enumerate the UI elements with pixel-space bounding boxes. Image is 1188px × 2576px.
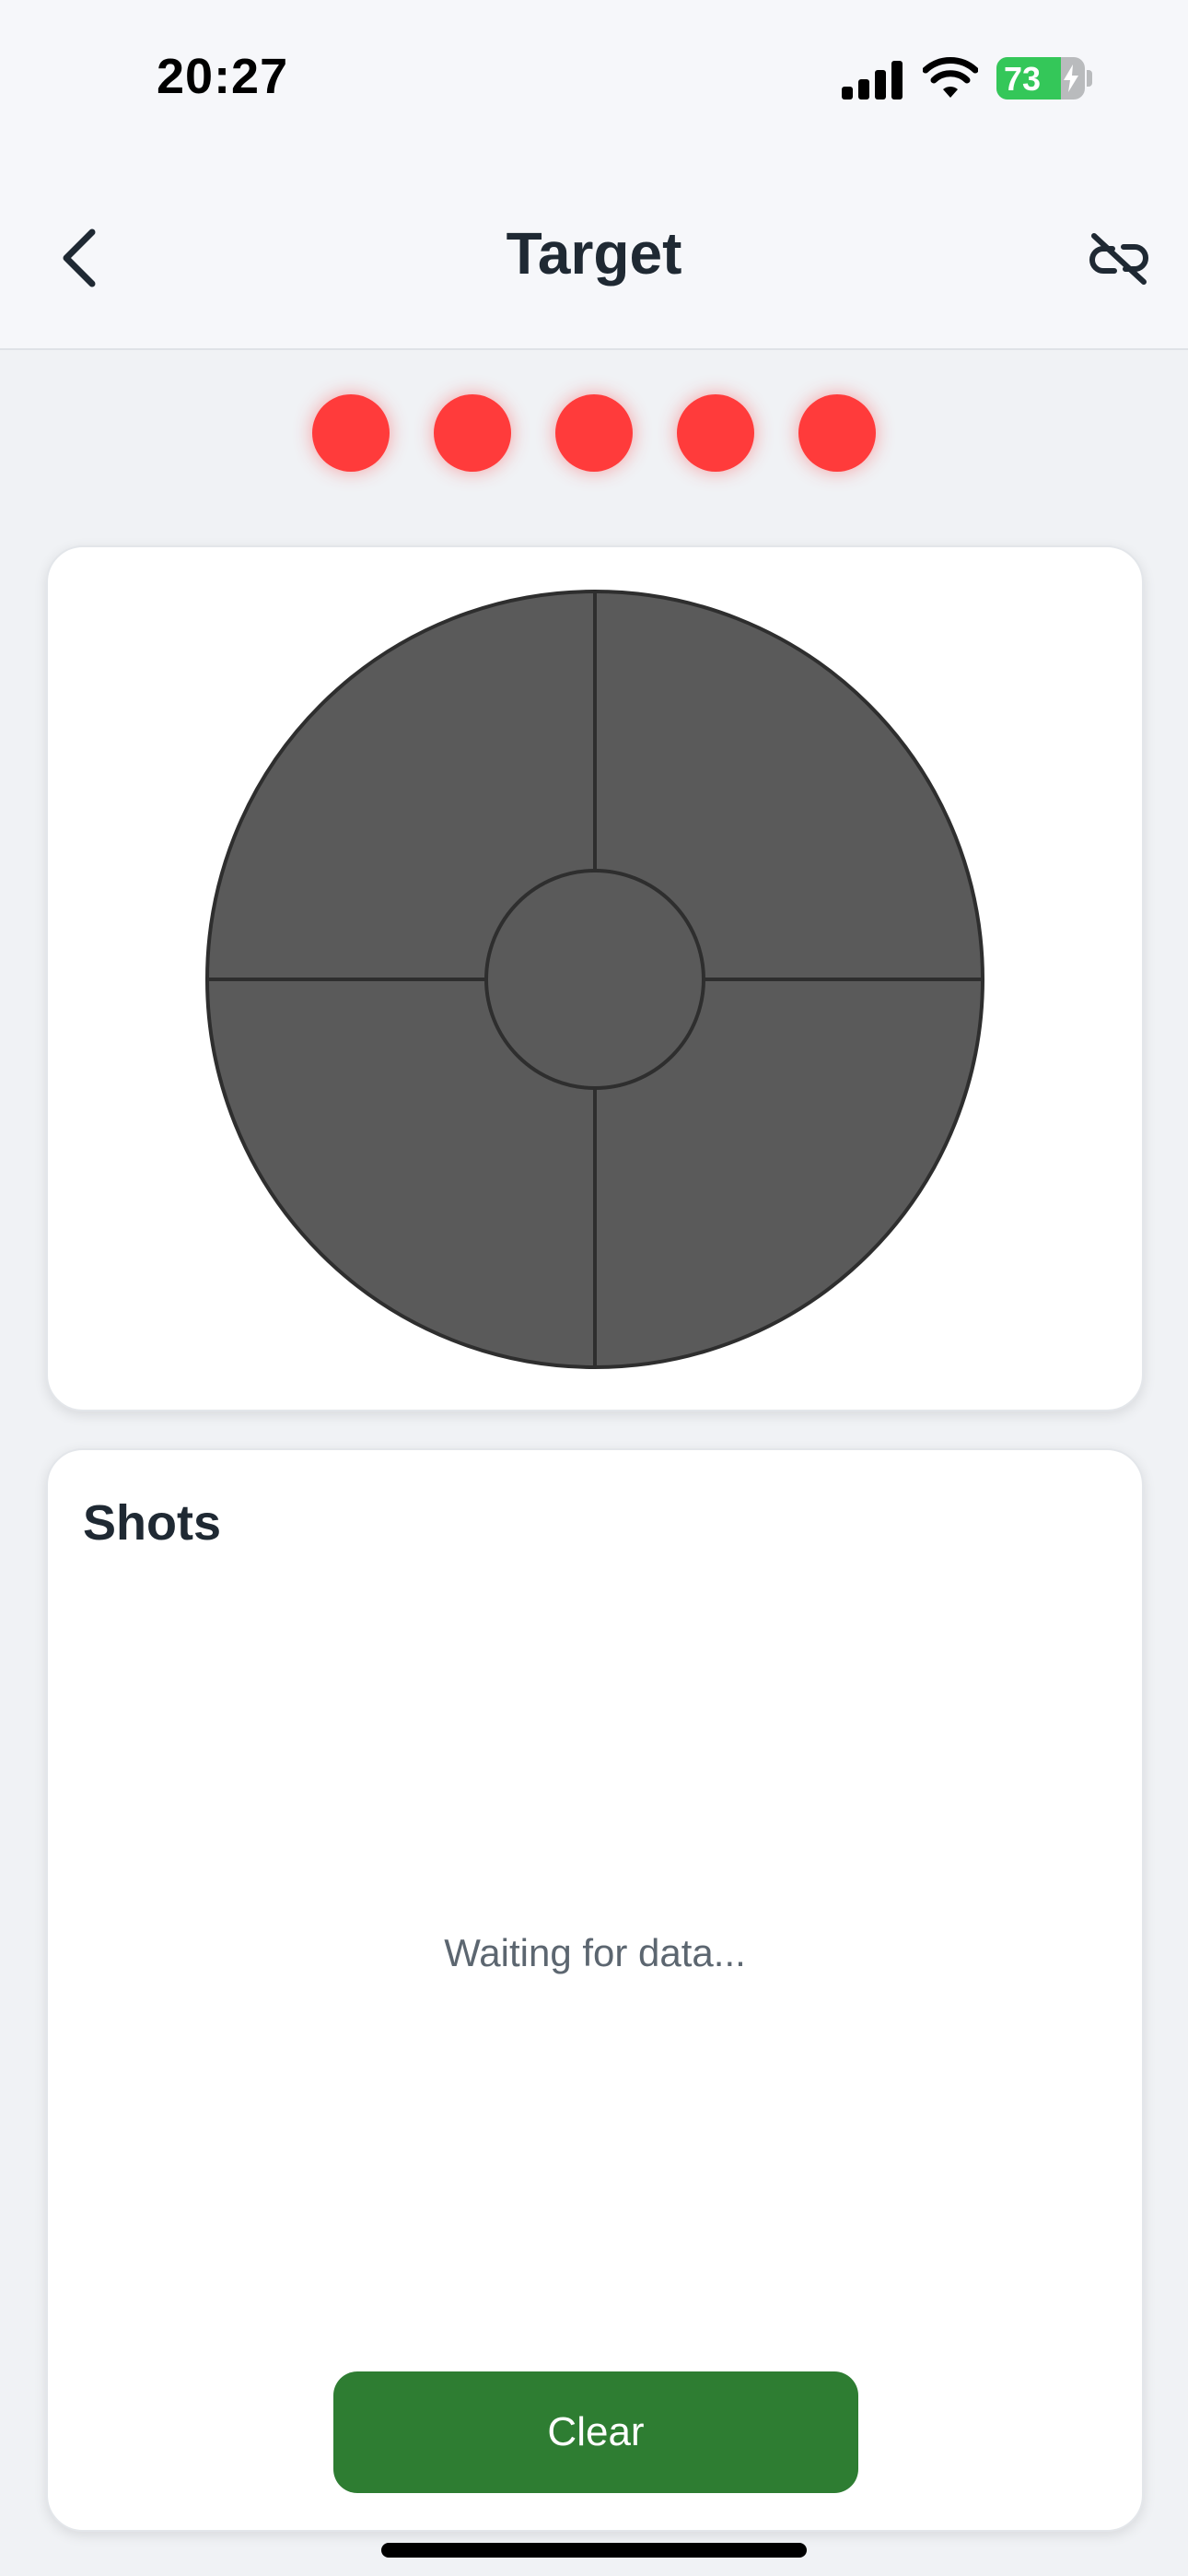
signal-icon xyxy=(842,61,903,100)
status-bar: 20:27 73 xyxy=(0,0,1188,157)
page-title: Target xyxy=(506,220,682,287)
unlink-button[interactable] xyxy=(1087,227,1151,291)
shots-title: Shots xyxy=(83,1495,222,1551)
indicator-dot xyxy=(677,394,754,472)
target-center-zone xyxy=(484,869,705,1090)
empty-state-text: Waiting for data... xyxy=(444,1931,746,1974)
indicator-dot xyxy=(312,394,390,472)
nav-header: Target xyxy=(0,157,1188,350)
status-time: 20:27 xyxy=(157,49,289,104)
battery-cap xyxy=(1087,70,1092,87)
target-diagram[interactable] xyxy=(204,589,985,1370)
charging-bolt-icon xyxy=(1064,64,1078,92)
home-indicator[interactable] xyxy=(381,2543,807,2558)
battery-icon: 73 xyxy=(996,57,1085,100)
battery-percent: 73 xyxy=(1004,60,1042,98)
wifi-icon xyxy=(923,57,978,98)
unlink-icon xyxy=(1089,233,1148,285)
indicator-dot xyxy=(434,394,511,472)
indicator-dot xyxy=(555,394,633,472)
clear-button[interactable]: Clear xyxy=(333,2371,858,2493)
shots-card: Shots Waiting for data... Clear xyxy=(46,1448,1144,2532)
target-card xyxy=(46,545,1144,1411)
indicator-dot xyxy=(798,394,876,472)
indicator-dots xyxy=(0,394,1188,472)
